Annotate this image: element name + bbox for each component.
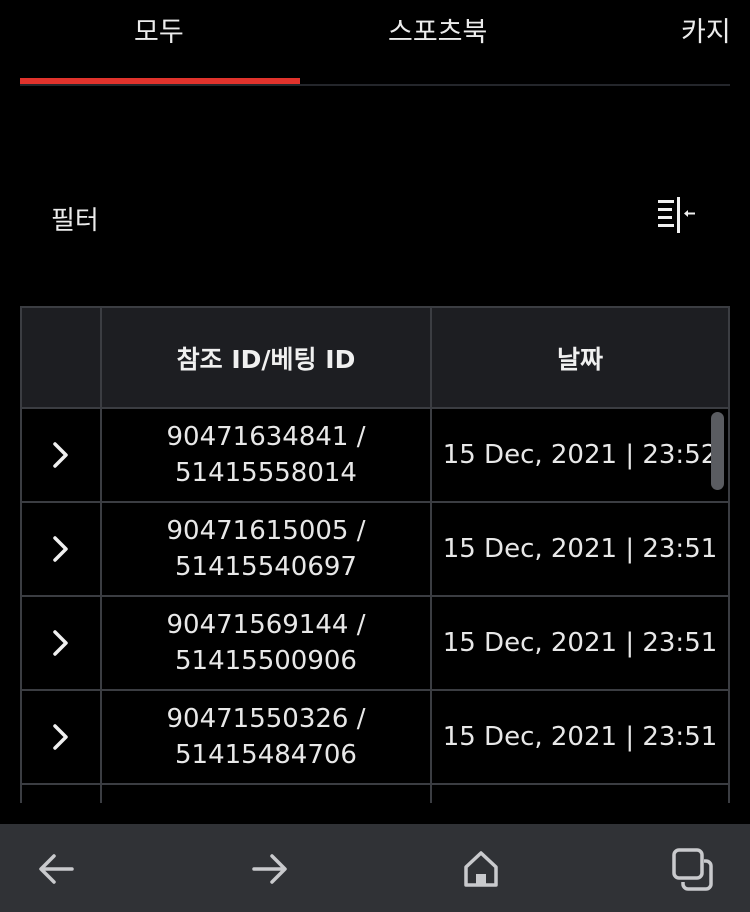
table-row[interactable]: 90471634841 / 51415558014 15 Dec, 2021 | … bbox=[22, 409, 730, 503]
filter-label: 필터 bbox=[51, 206, 99, 236]
chevron-right-icon[interactable] bbox=[50, 628, 72, 658]
chevron-right-icon[interactable] bbox=[50, 534, 72, 564]
home-icon[interactable] bbox=[458, 846, 504, 892]
tab-all[interactable]: 모두 bbox=[134, 10, 184, 49]
table-header: 참조 ID/베팅 ID 날짜 bbox=[22, 308, 730, 409]
header-date: 날짜 bbox=[432, 308, 730, 409]
table-scrollbar[interactable] bbox=[711, 412, 724, 490]
header-ref-id: 참조 ID/베팅 ID bbox=[102, 308, 432, 409]
date-value: 15 Dec, 2021 | 23:51 bbox=[442, 722, 718, 752]
tab-bar: 모두 스포츠북 카지 bbox=[0, 0, 750, 86]
expand-cell[interactable] bbox=[22, 597, 102, 691]
bet-id: 51415484706 bbox=[175, 740, 357, 770]
browser-nav-bar bbox=[0, 824, 750, 912]
bet-id: 51415558014 bbox=[175, 458, 357, 488]
table-row[interactable]: 90471615005 / 51415540697 15 Dec, 2021 | … bbox=[22, 503, 730, 597]
date-cell bbox=[432, 785, 730, 803]
expand-cell[interactable] bbox=[22, 503, 102, 597]
date-value: 15 Dec, 2021 | 23:51 bbox=[442, 628, 718, 658]
ref-id: 90471569144 / bbox=[166, 610, 366, 640]
date-cell: 15 Dec, 2021 | 23:52 bbox=[432, 409, 730, 503]
tab-track bbox=[20, 84, 730, 86]
header-expand-col bbox=[22, 308, 102, 409]
back-arrow-icon[interactable] bbox=[34, 846, 80, 892]
date-value: 15 Dec, 2021 | 23:51 bbox=[442, 534, 718, 564]
tab-sportsbook[interactable]: 스포츠북 bbox=[388, 10, 487, 49]
date-cell: 15 Dec, 2021 | 23:51 bbox=[432, 503, 730, 597]
forward-arrow-icon[interactable] bbox=[246, 846, 292, 892]
tab-casino[interactable]: 카지 bbox=[681, 10, 731, 49]
date-cell: 15 Dec, 2021 | 23:51 bbox=[432, 597, 730, 691]
table-row[interactable]: 90471550326 / 51415484706 15 Dec, 2021 | … bbox=[22, 691, 730, 785]
date-value: 15 Dec, 2021 | 23:52 bbox=[442, 440, 718, 470]
filter-collapse-icon[interactable] bbox=[656, 197, 700, 233]
bet-history-table: 참조 ID/베팅 ID 날짜 90471634841 / 51415558014 … bbox=[20, 306, 730, 803]
chevron-right-icon[interactable] bbox=[50, 722, 72, 752]
expand-cell[interactable] bbox=[22, 409, 102, 503]
ref-id-cell: 90471569144 / 51415500906 bbox=[102, 597, 432, 691]
bet-id: 51415540697 bbox=[175, 552, 357, 582]
ref-id: 90471550326 / bbox=[166, 704, 366, 734]
ref-id: 90471634841 / bbox=[166, 422, 366, 452]
ref-id-cell bbox=[102, 785, 432, 803]
tab-active-indicator bbox=[20, 78, 300, 84]
date-cell: 15 Dec, 2021 | 23:51 bbox=[432, 691, 730, 785]
ref-id-cell: 90471550326 / 51415484706 bbox=[102, 691, 432, 785]
tabs-icon[interactable] bbox=[670, 846, 716, 892]
ref-id-cell: 90471634841 / 51415558014 bbox=[102, 409, 432, 503]
table-row-partial[interactable] bbox=[22, 785, 730, 803]
expand-cell[interactable] bbox=[22, 691, 102, 785]
chevron-right-icon[interactable] bbox=[50, 440, 72, 470]
ref-id: 90471615005 / bbox=[166, 516, 366, 546]
table-row[interactable]: 90471569144 / 51415500906 15 Dec, 2021 | … bbox=[22, 597, 730, 691]
ref-id-cell: 90471615005 / 51415540697 bbox=[102, 503, 432, 597]
bet-id: 51415500906 bbox=[175, 646, 357, 676]
expand-cell[interactable] bbox=[22, 785, 102, 803]
